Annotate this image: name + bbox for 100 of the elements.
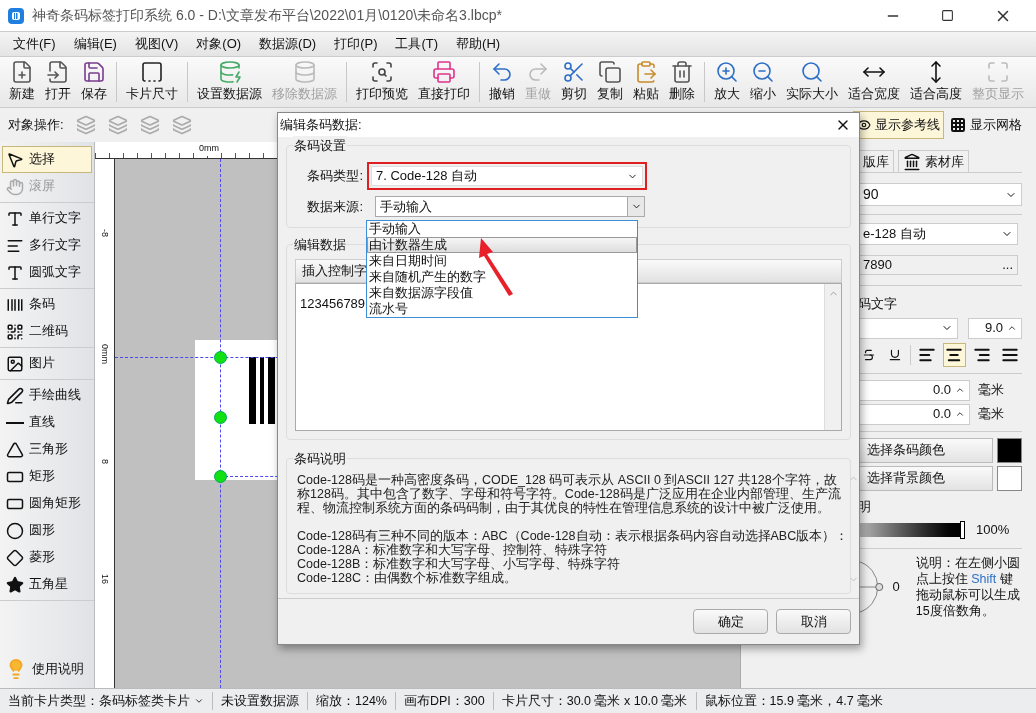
description-line: Code-128C：由偶数个标准数字组成。 [297, 571, 518, 585]
field-label: 数据来源: [306, 197, 363, 216]
toolbar-button[interactable]: 打开 [40, 60, 76, 104]
menu-item[interactable]: 帮助(H) [447, 34, 510, 54]
database-icon [292, 60, 317, 84]
tool-item[interactable]: 三角形 [2, 436, 92, 463]
status-item: 画布DPI：300 [395, 691, 493, 711]
toolbar-button[interactable]: 直接打印 [413, 60, 475, 104]
menu-item[interactable]: 文件(F) [4, 34, 65, 54]
align-button[interactable] [942, 342, 967, 367]
description-line: Code-128B：标准数字和大写字母、小写字母、特殊字符 [297, 557, 622, 571]
help-button[interactable]: 使用说明 [2, 654, 92, 684]
spin-icon [955, 409, 965, 419]
tool-item[interactable]: 矩形 [2, 463, 92, 490]
text-icon [6, 209, 24, 228]
toolbar-button[interactable]: 适合宽度 [843, 60, 905, 104]
unit-label: 毫米 [978, 381, 1004, 400]
pen-icon [6, 386, 24, 405]
eye-icon [857, 118, 871, 132]
toolbar-button[interactable]: 撤销 [484, 60, 520, 104]
line-icon [6, 421, 24, 424]
opacity-reading: 100% [976, 521, 1010, 539]
toolbar-button[interactable]: 设置数据源 [192, 60, 267, 104]
spin-icon [955, 385, 965, 395]
toolbar-button[interactable]: 剪切 [556, 60, 592, 104]
dropdown-option[interactable]: 来自随机产生的数字 [367, 269, 637, 285]
dropdown-option[interactable]: 流水号 [367, 301, 637, 317]
menu-item[interactable]: 打印(P) [325, 34, 387, 54]
ruler-label: 0mm [198, 142, 220, 156]
tool-item[interactable]: 图片 [2, 350, 92, 377]
color-swatch[interactable] [997, 465, 1022, 491]
select-field[interactable]: 90 [858, 183, 1022, 206]
open-file-icon [46, 60, 70, 84]
tool-item[interactable]: 单行文字 [2, 205, 92, 232]
toolbar-button[interactable]: 删除 [664, 60, 700, 104]
select-field[interactable]: e-128 自动 [858, 223, 1018, 245]
qr-code-icon [6, 322, 24, 341]
select-field[interactable] [858, 317, 958, 339]
tool-item[interactable]: 二维码 [2, 318, 92, 345]
toolbar-button[interactable]: 放大 [709, 60, 745, 104]
underline-icon[interactable] [887, 347, 902, 362]
ellipse-icon [6, 521, 24, 540]
input-field[interactable]: 7890 ... [858, 255, 1018, 275]
opacity-slider[interactable] [858, 522, 964, 537]
toolbar-button[interactable]: 打印预览 [351, 60, 413, 104]
select-field[interactable]: 7. Code-128 自动 [371, 166, 643, 186]
insert-control-char-button[interactable]: 插入控制字 [302, 261, 367, 281]
toolbar-button[interactable]: 新建 [4, 60, 40, 104]
new-file-icon [10, 60, 34, 84]
dialog-button[interactable]: 确定 [693, 609, 768, 634]
menu-item[interactable]: 数据源(D) [250, 34, 326, 54]
trash-icon [670, 60, 694, 84]
menu-item[interactable]: 编辑(E) [64, 34, 126, 54]
tool-item[interactable]: 菱形 [2, 544, 92, 571]
scissors-icon [562, 60, 586, 84]
color-swatch[interactable] [997, 437, 1022, 463]
toolbar-button[interactable]: 适合高度 [905, 60, 967, 104]
dropdown-option[interactable]: 手动输入 [367, 221, 637, 237]
spin-field[interactable]: 0.0 [858, 379, 970, 401]
ruler-label: 8 [100, 459, 110, 464]
panel-tab[interactable]: 素材库 [898, 150, 969, 172]
object-ops-label: 对象操作: [8, 116, 64, 135]
tool-item[interactable]: 圆弧文字 [2, 259, 92, 286]
tool-item[interactable]: 直线 [2, 409, 92, 436]
spin-field[interactable]: 0.0 [858, 403, 970, 425]
strikethrough-icon[interactable] [862, 347, 876, 362]
toolbar-button[interactable]: 卡片尺寸 [121, 60, 183, 104]
grid-icon [950, 117, 966, 133]
spin-field[interactable]: 9.0 [968, 317, 1022, 339]
toolbar-button[interactable]: 缩小 [745, 60, 781, 104]
dropdown-option[interactable]: 由计数器生成 [367, 237, 637, 253]
menu-item[interactable]: 对象(O) [187, 34, 251, 54]
card-size-icon [140, 60, 164, 84]
more-button[interactable]: ... [1002, 255, 1013, 275]
menu-item[interactable]: 视图(V) [125, 34, 188, 54]
slider-thumb[interactable] [960, 520, 965, 539]
tool-item[interactable]: 条码 [2, 291, 92, 318]
tool-item[interactable]: 圆形 [2, 517, 92, 544]
tool-item[interactable]: 手绘曲线 [2, 382, 92, 409]
zoom-in-icon [715, 60, 739, 84]
select-field[interactable]: 手动输入 [375, 196, 645, 217]
toolbar-button[interactable]: 保存 [76, 60, 112, 104]
dialog-button[interactable]: 取消 [776, 609, 851, 634]
toolbar-toggle[interactable]: 显示网格 [946, 111, 1026, 139]
tool-item[interactable]: 选择 [2, 146, 92, 173]
toolbar-toggle[interactable]: 显示参考线 [853, 111, 944, 139]
dropdown-caret-icon [194, 696, 204, 706]
dropdown-option[interactable]: 来自日期时间 [367, 253, 637, 269]
color-button[interactable]: 选择条码颜色 [858, 437, 993, 463]
color-button[interactable]: 选择背景颜色 [858, 465, 993, 491]
status-item[interactable]: 当前卡片类型：条码标签类卡片 [0, 691, 212, 711]
tool-item[interactable]: 五角星 [2, 571, 92, 598]
maximize-icon[interactable] [941, 9, 954, 22]
dropdown-option[interactable]: 来自数据源字段值 [367, 285, 637, 301]
toolbar-button[interactable]: 粘贴 [628, 60, 664, 104]
menu-item[interactable]: 工具(T) [386, 34, 448, 54]
toolbar-button[interactable]: 复制 [592, 60, 628, 104]
tool-item[interactable]: 圆角矩形 [2, 490, 92, 517]
toolbar-button[interactable]: 实际大小 [781, 60, 843, 104]
tool-item[interactable]: 多行文字 [2, 232, 92, 259]
